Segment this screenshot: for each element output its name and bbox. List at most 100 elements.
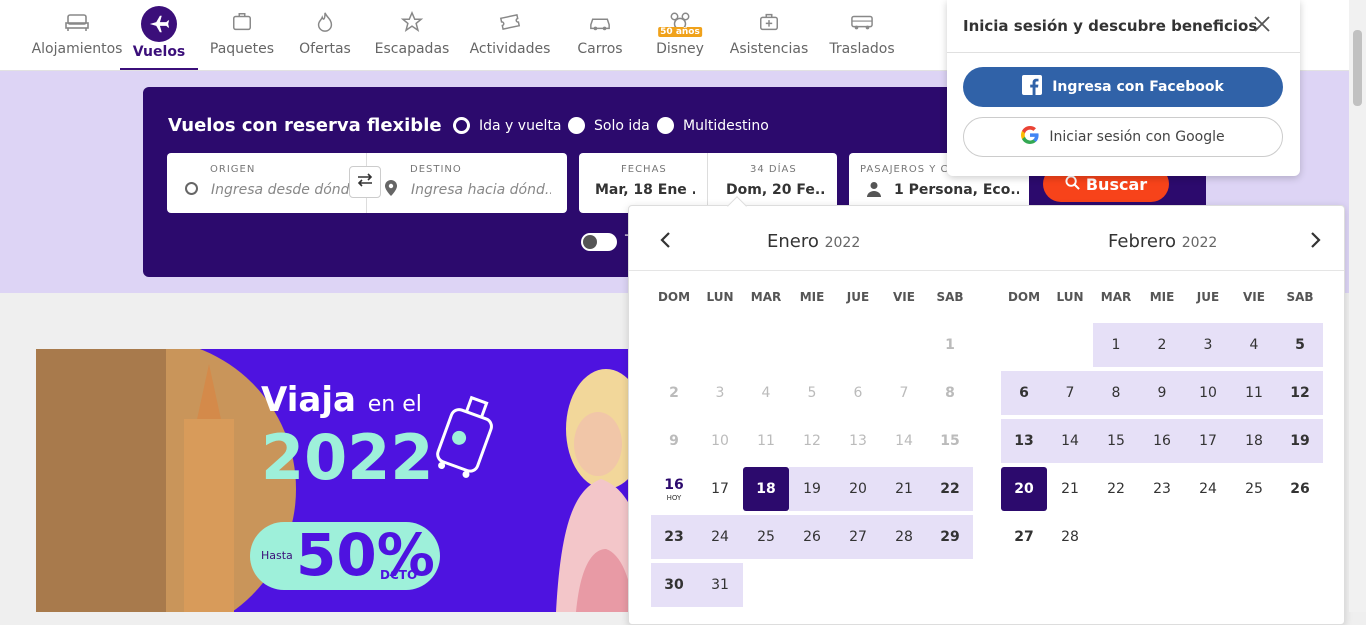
promo-banner[interactable]: Viaja en el 2022 Hasta 50% DCTO: [36, 349, 656, 612]
calendar-day[interactable]: 9: [1139, 371, 1185, 415]
search-icon: [1065, 174, 1080, 194]
calendar-day[interactable]: 25: [1231, 467, 1277, 511]
weekday-header: MAR: [750, 290, 782, 304]
search-button-label: Buscar: [1085, 174, 1148, 194]
calendar-day[interactable]: 30: [651, 563, 697, 607]
destination-field[interactable]: DESTINO Ingresa hacia dónd...: [367, 153, 567, 213]
calendar-day[interactable]: 27: [1001, 515, 1047, 559]
facebook-login-button[interactable]: Ingresa con Facebook: [963, 67, 1283, 107]
calendar-day[interactable]: 19: [1277, 419, 1323, 463]
calendar-day[interactable]: 15: [1093, 419, 1139, 463]
calendar-day[interactable]: 16: [1139, 419, 1185, 463]
calendar-day[interactable]: 10: [1185, 371, 1231, 415]
nav-item-carros[interactable]: Carros: [572, 0, 628, 71]
date-from[interactable]: FECHAS Mar, 18 Ene ...: [579, 153, 708, 213]
calendar-day[interactable]: 24: [697, 515, 743, 559]
radio-ida-y-vuelta[interactable]: Ida y vuelta: [453, 117, 562, 134]
calendar-day[interactable]: 12: [1277, 371, 1323, 415]
prev-month-button[interactable]: [655, 232, 675, 252]
calendar-day[interactable]: 26: [789, 515, 835, 559]
calendar-day[interactable]: 18: [1231, 419, 1277, 463]
weekday-header: MIE: [1149, 290, 1175, 304]
origin-field[interactable]: ORIGEN Ingresa desde dónd...: [167, 153, 367, 213]
calendar-day[interactable]: 23: [651, 515, 697, 559]
destination-input[interactable]: Ingresa hacia dónd...: [411, 182, 551, 198]
radio-icon: [657, 117, 674, 134]
calendar-day[interactable]: 28: [881, 515, 927, 559]
google-login-button[interactable]: Iniciar sesión con Google: [963, 117, 1283, 157]
calendar-day[interactable]: 2: [1139, 323, 1185, 367]
cathedral-spire: [196, 364, 222, 424]
chevron-right-icon: [1310, 232, 1322, 252]
calendar-day[interactable]: 21: [881, 467, 927, 511]
nav-item-disney[interactable]: 50 años Disney: [654, 0, 706, 71]
radio-solo-ida[interactable]: Solo ida: [568, 117, 650, 134]
cathedral-tower: [184, 419, 234, 612]
banner-headline: Viaja en el: [261, 380, 422, 420]
calendar-day[interactable]: 16 HOY: [651, 467, 697, 511]
calendar-day[interactable]: 22: [927, 467, 973, 511]
calendar-day[interactable]: 5: [1277, 323, 1323, 367]
flex-toggle[interactable]: [581, 233, 617, 251]
calendar-day[interactable]: 22: [1093, 467, 1139, 511]
calendar-day[interactable]: 7: [1047, 371, 1093, 415]
nav-item-ofertas[interactable]: Ofertas: [294, 0, 356, 71]
page-scrollbar[interactable]: [1349, 0, 1366, 612]
calendar-day[interactable]: 28: [1047, 515, 1093, 559]
calendar-day[interactable]: 11: [1231, 371, 1277, 415]
calendar-day: 5: [807, 385, 817, 401]
calendar-day[interactable]: 18: [743, 467, 789, 511]
calendar-day: 3: [715, 385, 725, 401]
calendar-day[interactable]: 14: [1047, 419, 1093, 463]
calendar-day[interactable]: 25: [743, 515, 789, 559]
calendar-day[interactable]: 4: [1231, 323, 1277, 367]
nav-item-vuelos[interactable]: Vuelos: [120, 0, 198, 71]
origin-label: ORIGEN: [210, 164, 256, 175]
calendar-day[interactable]: 26: [1277, 467, 1323, 511]
calendar-day[interactable]: 17: [1185, 419, 1231, 463]
calendar-day[interactable]: 27: [835, 515, 881, 559]
calendar-day[interactable]: 1: [1093, 323, 1139, 367]
calendar-day[interactable]: 21: [1047, 467, 1093, 511]
close-button[interactable]: [1252, 14, 1272, 34]
banner-hasta: Hasta: [261, 549, 293, 562]
date-from-value: Mar, 18 Ene ...: [595, 182, 695, 198]
nav-item-alojamientos[interactable]: Alojamientos: [32, 0, 122, 71]
nav-label: Vuelos: [132, 44, 186, 60]
next-month-button[interactable]: [1306, 232, 1326, 252]
login-popup: Inicia sesión y descubre beneficios Ingr…: [947, 0, 1300, 176]
calendar-day[interactable]: 6: [1001, 371, 1047, 415]
swap-button[interactable]: [349, 166, 381, 198]
nav-item-asistencias[interactable]: Asistencias: [728, 0, 810, 71]
scrollbar-thumb[interactable]: [1353, 30, 1362, 106]
nav-item-traslados[interactable]: Traslados: [828, 0, 896, 71]
nav-item-escapadas[interactable]: Escapadas: [374, 0, 450, 71]
calendar-day[interactable]: 3: [1185, 323, 1231, 367]
radio-multidestino[interactable]: Multidestino: [657, 117, 769, 134]
weekday-header: VIE: [1243, 290, 1265, 304]
calendar-day[interactable]: 8: [1093, 371, 1139, 415]
close-icon: [1252, 16, 1272, 38]
nav-item-actividades[interactable]: Actividades: [470, 0, 550, 71]
calendar-day[interactable]: 19: [789, 467, 835, 511]
calendar-day[interactable]: 13: [1001, 419, 1047, 463]
calendar-day[interactable]: 17: [697, 467, 743, 511]
nav-item-paquetes[interactable]: Paquetes: [206, 0, 278, 71]
calendar-day[interactable]: 31: [697, 563, 743, 607]
weekday-header: MAR: [1100, 290, 1132, 304]
calendar-day[interactable]: 20: [1001, 467, 1047, 511]
origin-input[interactable]: Ingresa desde dónd...: [211, 182, 351, 198]
calendar-day: 7: [899, 385, 909, 401]
chevron-left-icon: [659, 232, 671, 252]
calendar-day[interactable]: 29: [927, 515, 973, 559]
weekday-header: MIE: [799, 290, 825, 304]
calendar-day[interactable]: 20: [835, 467, 881, 511]
dates-field[interactable]: FECHAS Mar, 18 Ene ... 34 DÍAS Dom, 20 F…: [579, 153, 837, 213]
calendar-day[interactable]: 23: [1139, 467, 1185, 511]
calendar-day: 13: [849, 433, 867, 449]
banner-dcto: DCTO: [380, 568, 418, 582]
passengers-value: 1 Persona, Eco...: [894, 182, 1019, 198]
calendar-day[interactable]: 24: [1185, 467, 1231, 511]
nav-label: Asistencias: [729, 41, 809, 57]
calendar-day: 8: [945, 385, 955, 401]
